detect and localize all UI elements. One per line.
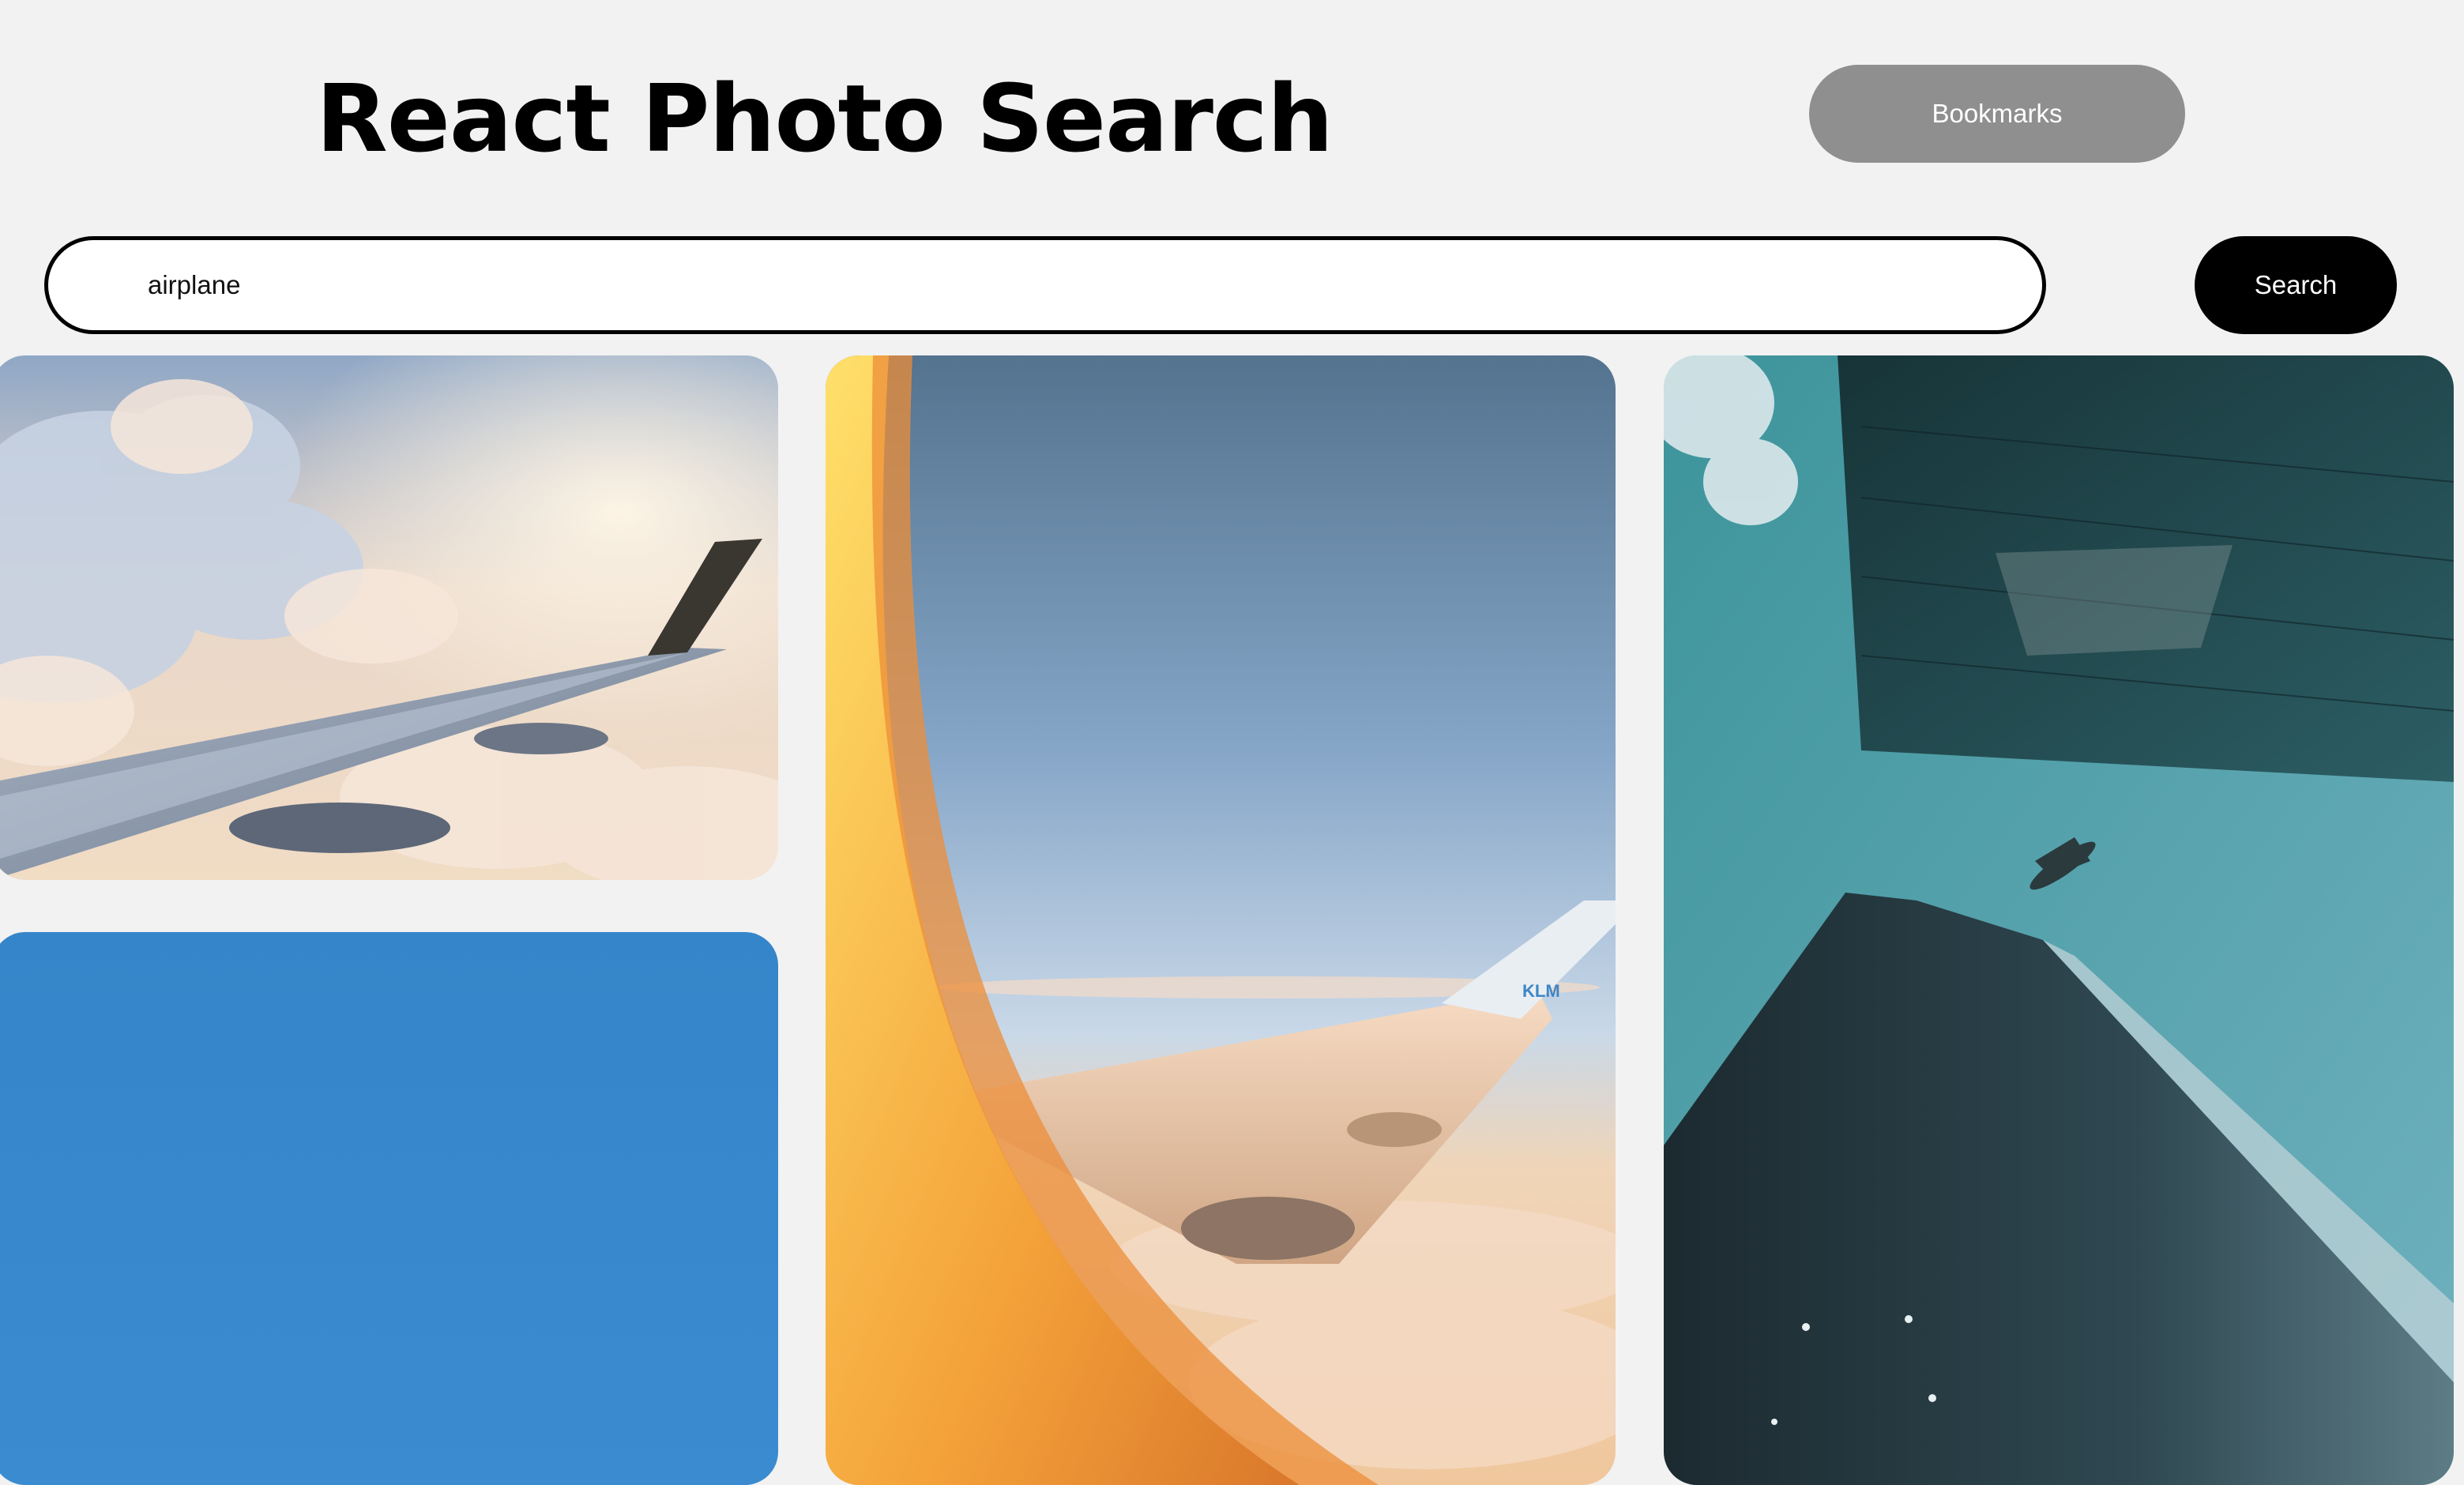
search-button[interactable]: Search bbox=[2195, 236, 2397, 334]
search-input[interactable] bbox=[44, 236, 2046, 334]
photo-airplane-skyscrapers[interactable] bbox=[1664, 355, 2454, 1485]
photo-image bbox=[0, 932, 778, 1485]
photo-klm-wing-window[interactable]: KLM bbox=[826, 355, 1616, 1485]
bookmarks-button[interactable]: Bookmarks bbox=[1809, 65, 2185, 163]
page-title: React Photo Search bbox=[316, 64, 1334, 173]
photo-image bbox=[0, 355, 778, 880]
photo-airplane-wing-clouds[interactable] bbox=[0, 355, 778, 880]
photo-image: KLM bbox=[826, 355, 1616, 1485]
svg-text:KLM: KLM bbox=[1522, 981, 1560, 1001]
photo-blue-sky[interactable] bbox=[0, 932, 778, 1485]
photo-image bbox=[1664, 355, 2454, 1485]
